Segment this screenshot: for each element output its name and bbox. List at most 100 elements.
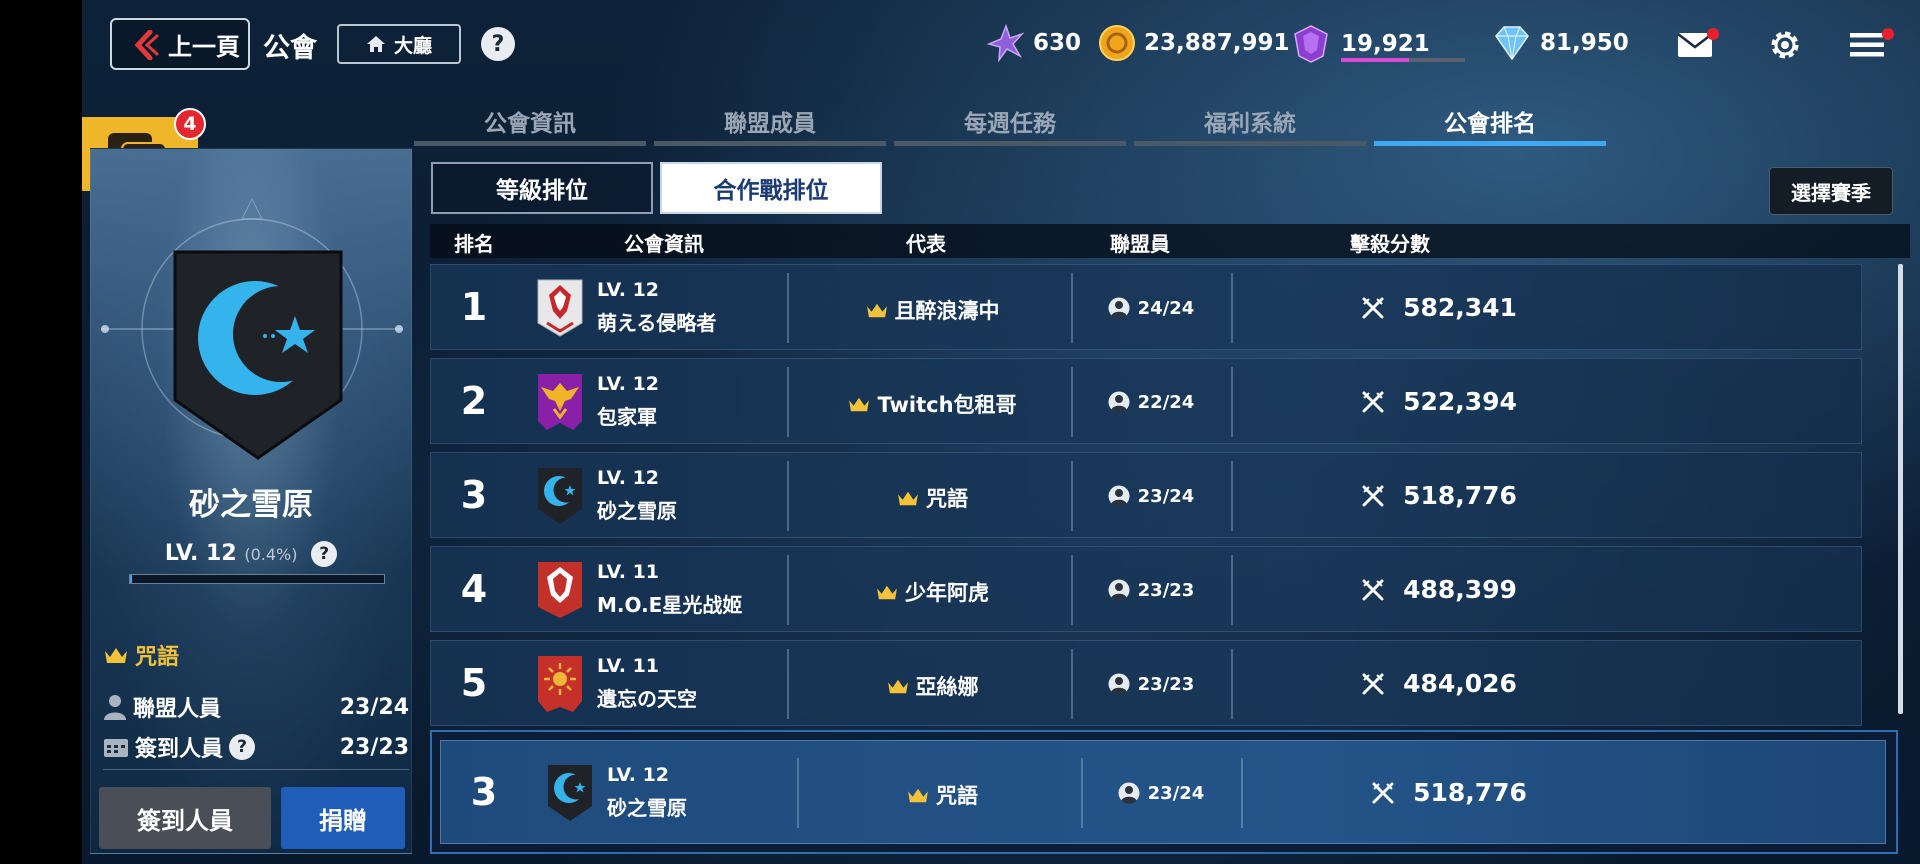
divider (1231, 461, 1233, 531)
white-red-emblem-icon (537, 279, 583, 337)
level-help-icon[interactable]: ? (311, 541, 338, 567)
resource-crystal: 630 (987, 24, 1081, 62)
member-avatar-icon (1108, 579, 1130, 601)
back-button[interactable]: 上一頁 (110, 18, 250, 70)
resource-gold: 23,887,991 (1098, 24, 1290, 62)
member-count: 23/23 (1071, 673, 1231, 695)
calendar-icon (104, 739, 128, 757)
representative: 咒語 (803, 780, 1081, 810)
table-row[interactable]: 4 LV. 11 M.O.E星光战姬 少年阿虎 23/23 488,399 (430, 546, 1862, 632)
guild-name: 砂之雪原 (607, 796, 687, 820)
divider (1231, 649, 1233, 719)
guild-info-panel: 砂之雪原 LV. 12 (0.4%) ? 咒語 聯盟人員 23/24 簽到人員 … (90, 148, 412, 854)
divider (787, 367, 789, 437)
menu-button[interactable] (1850, 28, 1894, 62)
member-count-value: 23/24 (1147, 782, 1205, 804)
members-stat: 聯盟人員 23/24 (103, 691, 409, 723)
purple-eagle-emblem-icon (538, 374, 582, 430)
purple-gem-icon (1294, 25, 1328, 63)
representative-name: 亞絲娜 (915, 675, 979, 699)
ranking-table-header: 排名 公會資訊 代表 聯盟員 擊殺分數 (430, 224, 1910, 258)
tab-weekly-tasks[interactable]: 每週任務 (894, 98, 1126, 146)
representative: 亞絲娜 (793, 671, 1071, 701)
representative-name: 且醉浪濤中 (894, 299, 1000, 323)
header-members: 聯盟員 (1110, 232, 1170, 256)
mail-button[interactable] (1677, 28, 1719, 62)
representative: 少年阿虎 (793, 577, 1071, 607)
guild-level: LV. 12 (607, 764, 670, 786)
checkin-members-button[interactable]: 簽到人員 (99, 787, 271, 849)
tab-guild-ranking[interactable]: 公會排名 (1374, 98, 1606, 146)
page-title: 公會 (263, 33, 317, 64)
header-kill-score: 擊殺分數 (1350, 232, 1430, 256)
subtab-coop-ranking[interactable]: 合作戰排位 (660, 162, 882, 214)
gold-coin-icon (1099, 25, 1135, 61)
member-count: 23/24 (1071, 485, 1231, 507)
lobby-button[interactable]: 大廳 (337, 24, 461, 64)
gem-value: 19,921 (1341, 31, 1430, 57)
tab-welfare-system[interactable]: 福利系統 (1134, 98, 1366, 146)
mail-notification-dot (1707, 28, 1719, 40)
guild-level: LV. 12 (597, 467, 660, 489)
table-row[interactable]: 5 LV. 11 遺忘の天空 亞絲娜 23/23 484,026 (430, 640, 1862, 726)
kill-score: 488,399 (1239, 575, 1639, 604)
gem-progress-bar (1341, 58, 1465, 62)
divider (103, 769, 409, 770)
guild-tabs: 公會資訊 聯盟成員 每週任務 福利系統 公會排名 (414, 98, 1694, 146)
divider (787, 461, 789, 531)
back-label: 上一頁 (168, 32, 240, 61)
tab-alliance-members[interactable]: 聯盟成員 (654, 98, 886, 146)
select-season-button[interactable]: 選擇賽季 (1769, 167, 1893, 215)
kill-score: 518,776 (1239, 481, 1639, 510)
header-representative: 代表 (906, 232, 946, 256)
representative: Twitch包租哥 (793, 389, 1071, 419)
my-guild-row-inner[interactable]: 3 LV. 12 砂之雪原 咒語 23/24 518,776 (440, 740, 1886, 844)
moon-star-emblem-icon (538, 468, 582, 524)
member-avatar-icon (1108, 391, 1130, 413)
rank-number: 1 (460, 285, 488, 329)
crystal-value: 630 (1033, 30, 1082, 56)
hamburger-menu-icon (1850, 33, 1884, 57)
crown-icon (105, 648, 127, 663)
member-count-value: 23/24 (1137, 485, 1195, 507)
checkin-help-icon[interactable]: ? (229, 734, 256, 760)
guild-exp-percent: (0.4%) (244, 545, 298, 564)
member-count: 23/23 (1071, 579, 1231, 601)
rank-number: 4 (460, 567, 488, 611)
member-avatar-icon (1108, 297, 1130, 319)
guild-emblem-icon (173, 250, 343, 460)
settings-button[interactable] (1769, 29, 1801, 65)
members-label: 聯盟人員 (133, 697, 222, 722)
header-guild-info: 公會資訊 (624, 232, 704, 256)
table-row[interactable]: 2 LV. 12 包家軍 Twitch包租哥 22/24 522,394 (430, 358, 1862, 444)
guild-name: 萌える侵略者 (597, 311, 717, 335)
crown-icon (908, 788, 928, 803)
table-row[interactable]: 1 LV. 12 萌える侵略者 且醉浪濤中 24/24 582,341 (430, 264, 1862, 350)
subtab-level-ranking[interactable]: 等級排位 (431, 162, 653, 214)
tab-guild-info[interactable]: 公會資訊 (414, 98, 646, 146)
members-value: 23/24 (339, 694, 409, 720)
representative: 咒語 (793, 483, 1071, 513)
divider (787, 649, 789, 719)
scrollbar[interactable] (1898, 264, 1903, 714)
purple-crystal-icon (987, 24, 1025, 62)
person-icon (104, 695, 126, 720)
crossed-swords-icon (1362, 297, 1384, 318)
help-icon[interactable]: ? (481, 27, 515, 61)
kill-score: 522,394 (1239, 387, 1639, 416)
member-avatar-icon (1108, 673, 1130, 695)
guild-level: LV. 12 (597, 373, 660, 395)
my-guild-ranking-row: 3 LV. 12 砂之雪原 咒語 23/24 518,776 (430, 730, 1898, 854)
kill-score: 582,341 (1239, 293, 1639, 322)
diamond-value: 81,950 (1540, 30, 1629, 56)
guild-level: LV. 12 (597, 279, 660, 301)
representative-name: 咒語 (936, 784, 978, 808)
table-row[interactable]: 3 LV. 12 砂之雪原 咒語 23/24 518,776 (430, 452, 1862, 538)
member-avatar-icon (1108, 485, 1130, 507)
divider (797, 758, 799, 828)
representative: 且醉浪濤中 (793, 295, 1071, 325)
member-count: 24/24 (1071, 297, 1231, 319)
donate-button[interactable]: 捐贈 (281, 787, 405, 849)
representative-name: 少年阿虎 (905, 581, 989, 605)
gold-value: 23,887,991 (1144, 30, 1290, 56)
